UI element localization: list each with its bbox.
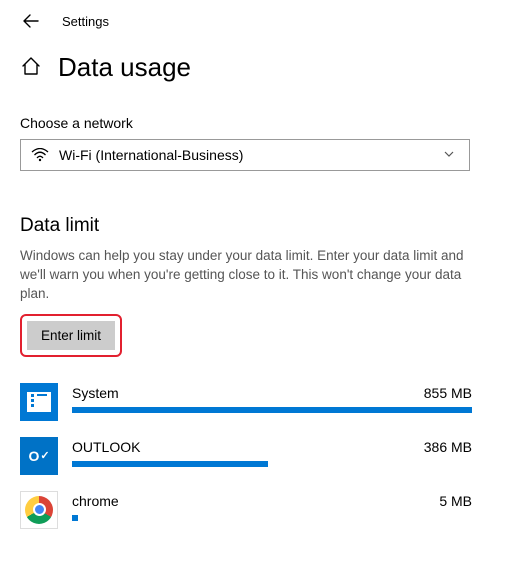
app-name: OUTLOOK bbox=[72, 439, 140, 455]
page-title: Data usage bbox=[58, 52, 191, 83]
choose-network-label: Choose a network bbox=[20, 115, 485, 131]
app-usage-value: 5 MB bbox=[439, 493, 472, 509]
chevron-down-icon bbox=[443, 147, 455, 163]
usage-bar bbox=[72, 515, 472, 521]
header-title: Settings bbox=[62, 14, 109, 29]
wifi-icon bbox=[31, 148, 49, 162]
usage-bar bbox=[72, 407, 472, 413]
enter-limit-button[interactable]: Enter limit bbox=[27, 321, 115, 350]
app-usage-item: O✓ OUTLOOK 386 MB bbox=[20, 437, 485, 475]
outlook-app-icon: O✓ bbox=[20, 437, 58, 475]
network-selected-value: Wi-Fi (International-Business) bbox=[59, 147, 243, 163]
app-usage-item: chrome 5 MB bbox=[20, 491, 485, 529]
back-button[interactable] bbox=[22, 12, 40, 30]
highlight-box: Enter limit bbox=[20, 314, 122, 357]
app-name: System bbox=[72, 385, 119, 401]
app-usage-value: 855 MB bbox=[424, 385, 472, 401]
data-limit-description: Windows can help you stay under your dat… bbox=[20, 247, 470, 304]
usage-bar bbox=[72, 461, 472, 467]
app-usage-value: 386 MB bbox=[424, 439, 472, 455]
chrome-app-icon bbox=[20, 491, 58, 529]
app-name: chrome bbox=[72, 493, 119, 509]
network-select[interactable]: Wi-Fi (International-Business) bbox=[20, 139, 470, 171]
app-usage-list: System 855 MB O✓ OUTLOOK 386 MB chrome 5 MB bbox=[20, 383, 485, 529]
home-icon bbox=[20, 55, 42, 80]
app-usage-item: System 855 MB bbox=[20, 383, 485, 421]
data-limit-heading: Data limit bbox=[20, 215, 485, 237]
system-app-icon bbox=[20, 383, 58, 421]
arrow-left-icon bbox=[22, 12, 40, 30]
